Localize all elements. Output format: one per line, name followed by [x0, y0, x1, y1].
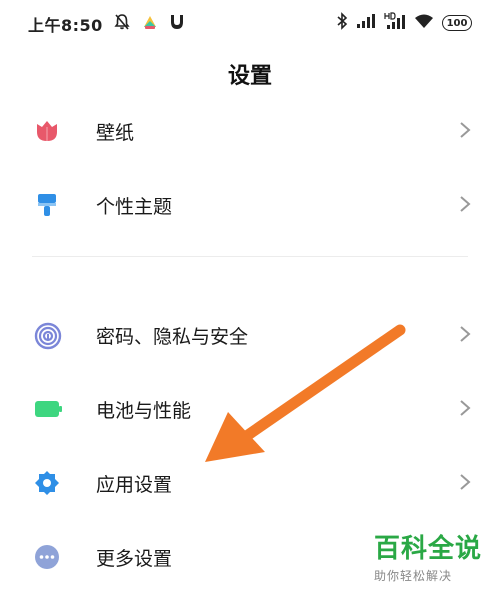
settings-item-label: 电池与性能	[96, 400, 192, 422]
tulip-icon	[34, 118, 60, 144]
status-bar-right: 100	[336, 12, 472, 34]
settings-item-label: 更多设置	[96, 548, 173, 570]
wifi-icon	[414, 13, 434, 33]
status-time: 上午8:50	[28, 16, 103, 35]
watermark: 百科全说 助你轻松解决	[374, 528, 494, 584]
battery-icon	[34, 396, 62, 422]
settings-item-battery-performance[interactable]: 电池与性能	[0, 378, 500, 438]
battery-indicator: 100	[442, 15, 472, 31]
shield-icon	[169, 13, 185, 35]
settings-item-themes[interactable]: 个性主题	[0, 174, 500, 234]
page-title: 设置	[227, 64, 272, 89]
settings-item-app-settings[interactable]: 应用设置	[0, 452, 500, 512]
chevron-right-icon	[458, 120, 472, 140]
settings-item-label: 个性主题	[96, 196, 173, 218]
hd-signal-icon	[384, 12, 406, 34]
status-bar-left: 上午8:50	[28, 12, 185, 36]
settings-item-label: 壁纸	[96, 122, 135, 144]
signal-icon	[356, 13, 376, 33]
alarm-off-icon	[113, 13, 131, 35]
settings-item-wallpaper[interactable]: 壁纸	[0, 100, 500, 160]
watermark-title: 百科全说	[374, 534, 483, 564]
brush-icon	[34, 192, 60, 218]
settings-item-privacy-security[interactable]: 密码、隐私与安全	[0, 304, 500, 364]
chevron-right-icon	[458, 194, 472, 214]
settings-item-label: 应用设置	[96, 474, 173, 496]
fingerprint-icon	[34, 322, 62, 350]
colorful-app-icon	[141, 13, 159, 35]
watermark-subtitle: 助你轻松解决	[374, 569, 453, 583]
status-bar: 上午8:50 100	[0, 0, 500, 44]
chevron-right-icon	[458, 472, 472, 492]
chevron-right-icon	[458, 398, 472, 418]
settings-item-label: 密码、隐私与安全	[96, 326, 249, 348]
chevron-right-icon	[458, 324, 472, 344]
section-divider	[32, 256, 468, 257]
gear-icon	[34, 470, 60, 496]
more-dots-icon	[34, 544, 60, 570]
bluetooth-icon	[336, 12, 348, 34]
